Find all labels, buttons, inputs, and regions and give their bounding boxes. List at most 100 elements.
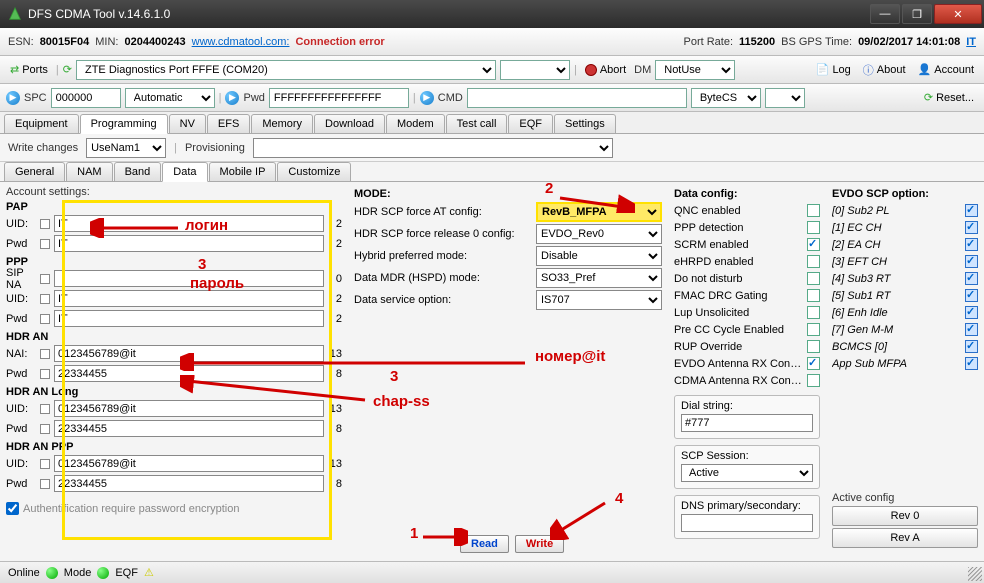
log-button[interactable]: 📄Log [812, 61, 855, 78]
subtab-data[interactable]: Data [162, 162, 207, 182]
scp-checkbox[interactable] [965, 289, 978, 302]
long-pwd-input[interactable] [54, 420, 324, 437]
pap-uid-input[interactable] [54, 215, 324, 232]
data-config-label: RUP Override [674, 341, 803, 353]
tab-modem[interactable]: Modem [386, 114, 445, 133]
subtab-customize[interactable]: Customize [277, 162, 351, 181]
ppp-uid-input[interactable] [54, 290, 324, 307]
info-bar: ESN: 80015F04 MIN: 0204400243 www.cdmato… [0, 28, 984, 56]
usenam-select[interactable]: UseNam1 [86, 138, 166, 158]
tab-programming[interactable]: Programming [80, 114, 168, 134]
write-button[interactable]: Write [515, 535, 564, 553]
hybrid-select[interactable]: Disable [536, 246, 662, 266]
status-online: Online [8, 567, 40, 579]
hdr-rel0-select[interactable]: EVDO_Rev0 [536, 224, 662, 244]
port-select[interactable]: ZTE Diagnostics Port FFFE (COM20) [76, 60, 496, 80]
cmd-play-icon[interactable]: ▶ [420, 91, 434, 105]
spc-input[interactable] [51, 88, 121, 108]
ppp2-uid-input[interactable] [54, 455, 324, 472]
scp-checkbox[interactable] [965, 255, 978, 268]
about-button[interactable]: ⓘAbout [859, 60, 910, 80]
scp-select[interactable]: Active [681, 464, 813, 482]
dm-select[interactable]: NotUse [655, 60, 735, 80]
pwd-input[interactable] [269, 88, 409, 108]
an-nai-input[interactable] [54, 345, 324, 362]
minimize-button[interactable]: — [870, 4, 900, 24]
toolbar-ports: ⇄Ports | ⟳ ZTE Diagnostics Port FFFE (CO… [0, 56, 984, 84]
pap-pwd-input[interactable] [54, 235, 324, 252]
subtab-mobileip[interactable]: Mobile IP [209, 162, 277, 181]
mdr-select[interactable]: SO33_Pref [536, 268, 662, 288]
data-config-checkbox[interactable] [807, 238, 820, 251]
refresh-icon[interactable]: ⟳ [63, 63, 72, 76]
pap-pwd-tiny[interactable] [40, 239, 50, 249]
read-button[interactable]: Read [460, 535, 509, 553]
data-config-checkbox[interactable] [807, 221, 820, 234]
auth-checkbox[interactable] [6, 502, 19, 515]
an-pwd-input[interactable] [54, 365, 324, 382]
maximize-button[interactable]: ❐ [902, 4, 932, 24]
tab-memory[interactable]: Memory [251, 114, 313, 133]
resize-grip[interactable] [968, 567, 982, 581]
data-config-checkbox[interactable] [807, 204, 820, 217]
data-config-checkbox[interactable] [807, 255, 820, 268]
long-uid-input[interactable] [54, 400, 324, 417]
pap-uid-tiny[interactable] [40, 219, 50, 229]
tab-nv[interactable]: NV [169, 114, 206, 133]
ppp2-pwd-input[interactable] [54, 475, 324, 492]
ports-button[interactable]: ⇄Ports [6, 61, 52, 78]
eqf-icon: ⚠ [144, 566, 154, 579]
subtab-general[interactable]: General [4, 162, 65, 181]
it-link[interactable]: IT [966, 36, 976, 48]
min-value: 0204400243 [124, 36, 185, 48]
close-button[interactable]: ✕ [934, 4, 982, 24]
provisioning-select[interactable] [253, 138, 613, 158]
reva-button[interactable]: Rev A [832, 528, 978, 548]
dso-select[interactable]: IS707 [536, 290, 662, 310]
spc-mode-select[interactable]: Automatic [125, 88, 215, 108]
data-config-checkbox[interactable] [807, 340, 820, 353]
ppp-sip-input[interactable] [54, 270, 324, 287]
dial-input[interactable] [681, 414, 813, 432]
tab-settings[interactable]: Settings [554, 114, 616, 133]
account-button[interactable]: 👤Account [914, 61, 978, 78]
tab-eqf[interactable]: EQF [508, 114, 553, 133]
reset-button[interactable]: ⟳Reset... [920, 89, 978, 106]
ppp-pwd-input[interactable] [54, 310, 324, 327]
scp-checkbox[interactable] [965, 357, 978, 370]
tab-download[interactable]: Download [314, 114, 385, 133]
data-config-checkbox[interactable] [807, 323, 820, 336]
scp-checkbox[interactable] [965, 306, 978, 319]
dns-input[interactable] [681, 514, 813, 532]
port-extra-select[interactable] [500, 60, 570, 80]
scp-checkbox[interactable] [965, 340, 978, 353]
scp-checkbox[interactable] [965, 238, 978, 251]
tab-testcall[interactable]: Test call [446, 114, 508, 133]
data-config-checkbox[interactable] [807, 357, 820, 370]
abort-button[interactable]: Abort [581, 62, 630, 78]
spc-label: SPC [24, 92, 47, 104]
active-config-label: Active config [832, 492, 978, 504]
scp-checkbox[interactable] [965, 272, 978, 285]
data-config-checkbox[interactable] [807, 374, 820, 387]
pwd-play-icon[interactable]: ▶ [225, 91, 239, 105]
subtab-band[interactable]: Band [114, 162, 162, 181]
hdr-at-select[interactable]: RevB_MFPA [536, 202, 662, 222]
scp-checkbox[interactable] [965, 204, 978, 217]
cmd-input[interactable] [467, 88, 687, 108]
url-link[interactable]: www.cdmatool.com: [192, 36, 290, 48]
bytecs-extra-select[interactable] [765, 88, 805, 108]
data-config-checkbox[interactable] [807, 306, 820, 319]
tab-equipment[interactable]: Equipment [4, 114, 79, 133]
data-config-checkbox[interactable] [807, 272, 820, 285]
scp-checkbox[interactable] [965, 221, 978, 234]
rev0-button[interactable]: Rev 0 [832, 506, 978, 526]
data-config-checkbox[interactable] [807, 289, 820, 302]
scp-item: BCMCS [0] [832, 338, 978, 355]
bytecs-select[interactable]: ByteCS [691, 88, 761, 108]
scp-checkbox[interactable] [965, 323, 978, 336]
spc-play-icon[interactable]: ▶ [6, 91, 20, 105]
subtab-nam[interactable]: NAM [66, 162, 112, 181]
tab-efs[interactable]: EFS [207, 114, 250, 133]
data-config-label: FMAC DRC Gating [674, 290, 803, 302]
